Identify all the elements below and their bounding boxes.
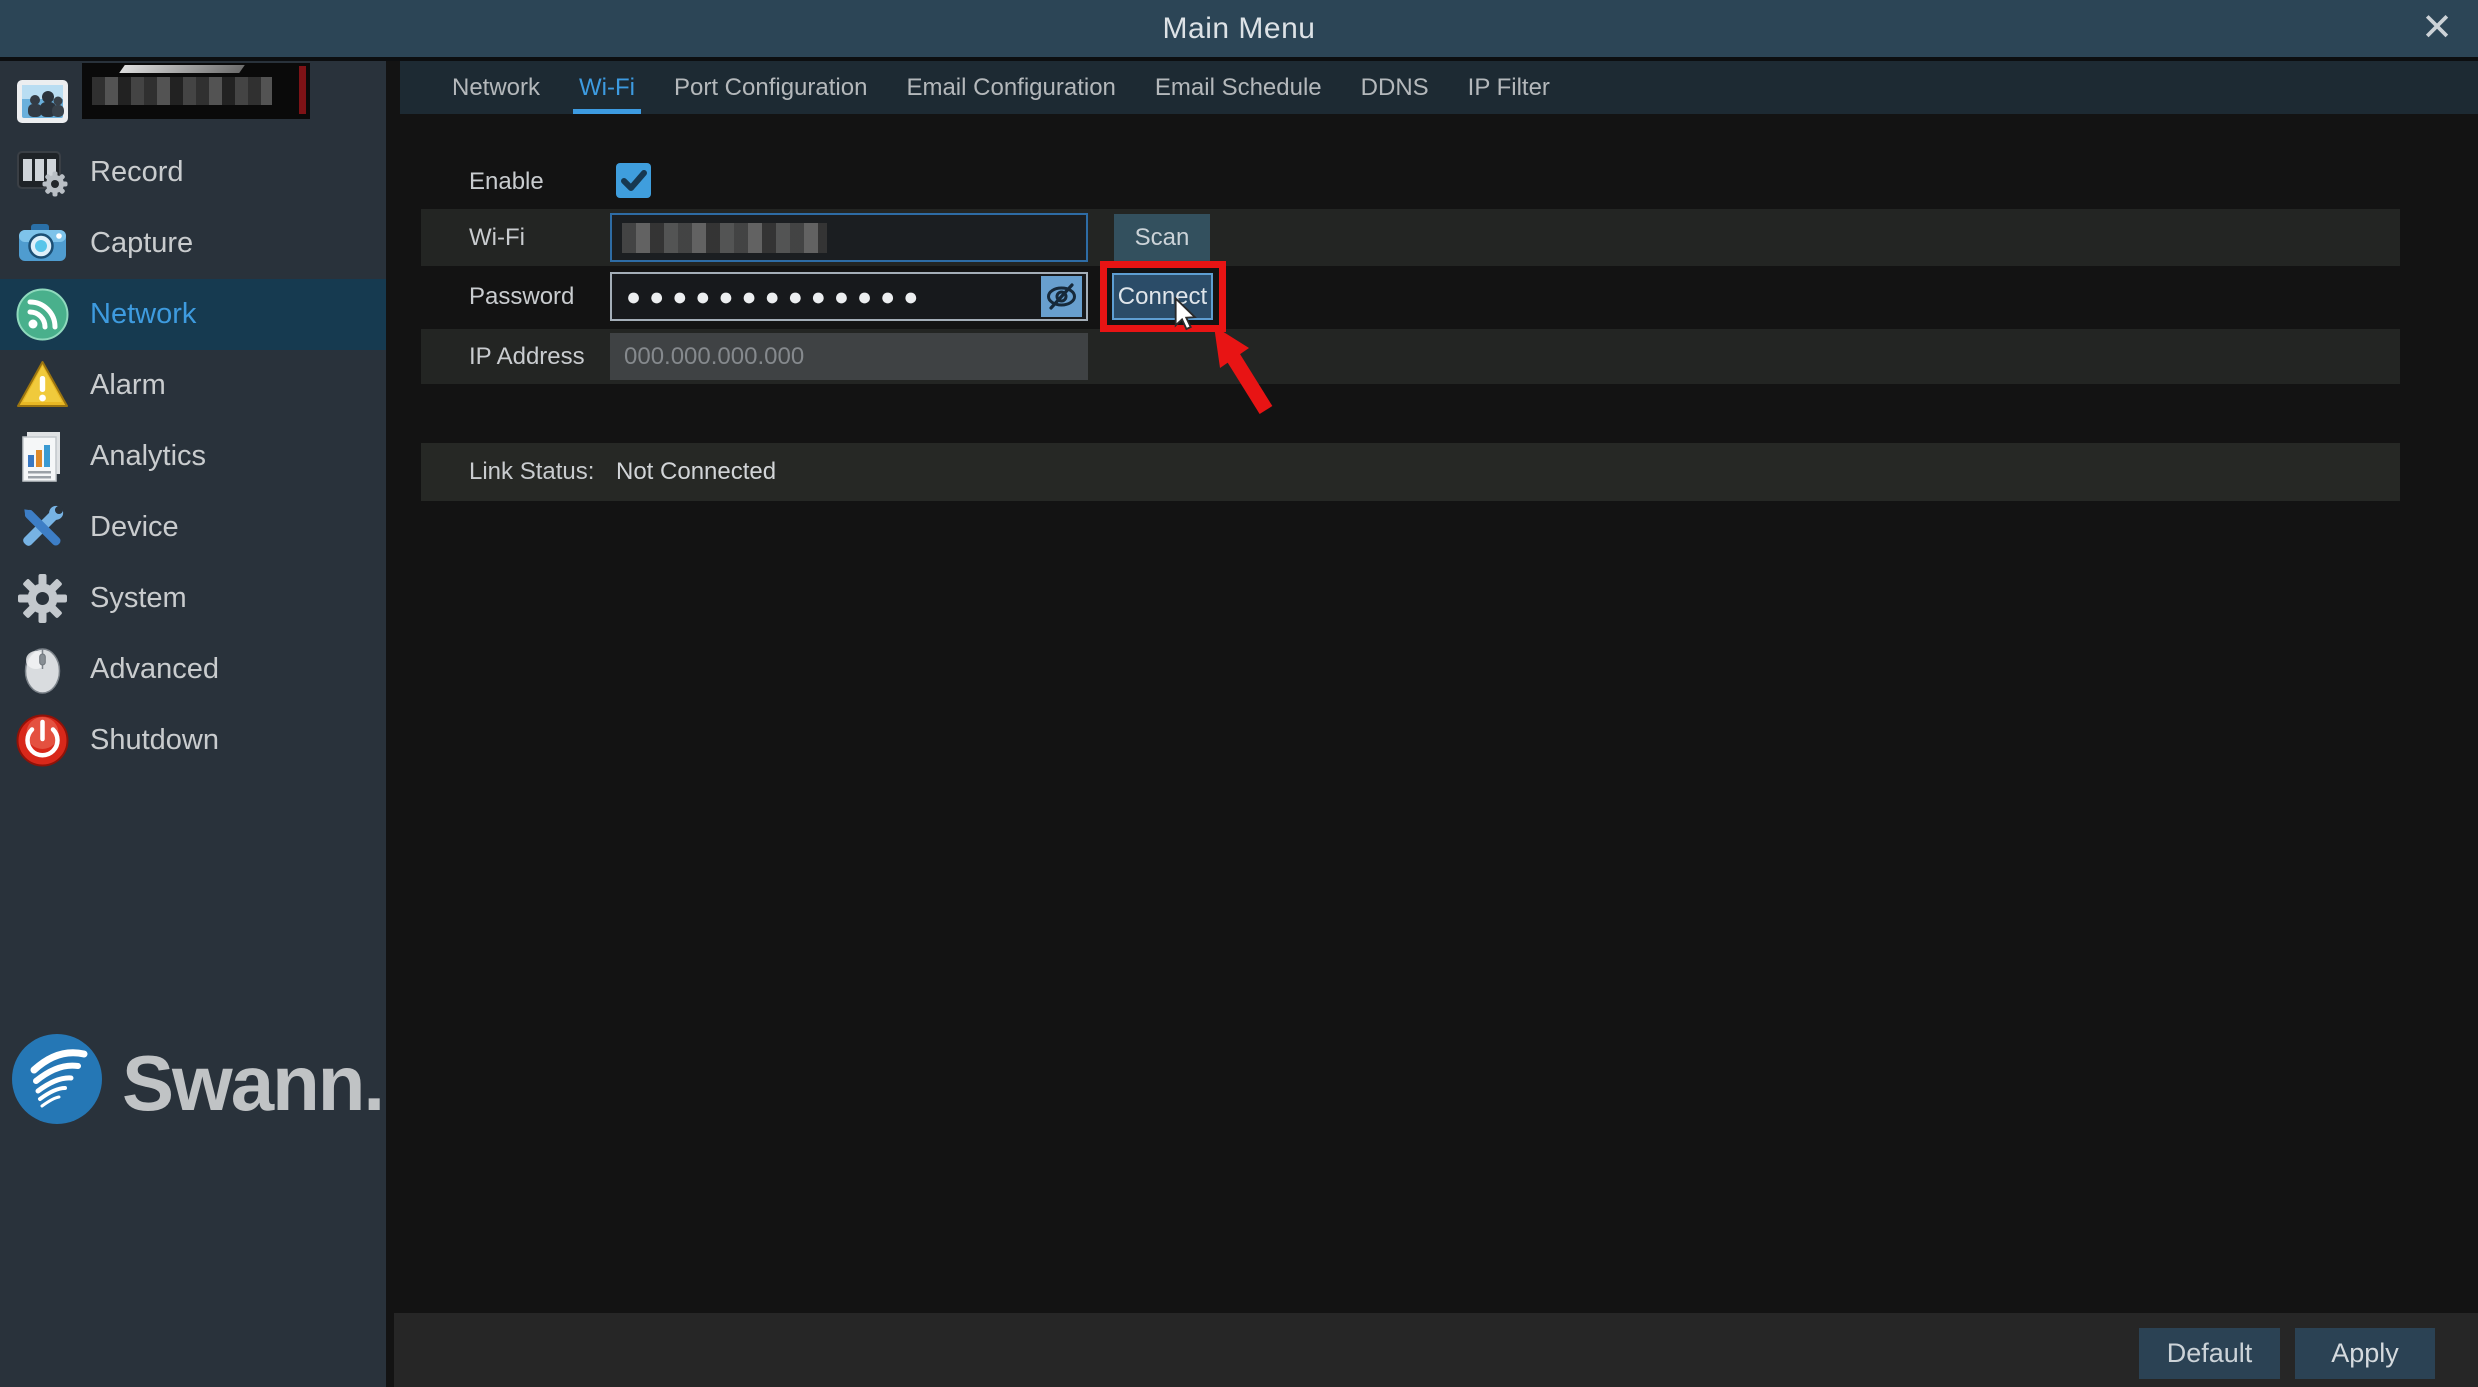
main-menu-window: Main Menu ✕ — [0, 0, 2478, 1387]
record-icon — [15, 145, 70, 200]
swann-logo-icon — [10, 1032, 104, 1126]
password-input[interactable]: ●●●●●●●●●●●●● — [610, 272, 1088, 321]
sidebar-item-label: System — [90, 582, 187, 615]
connect-button[interactable]: Connect — [1112, 273, 1213, 320]
check-icon — [616, 163, 651, 198]
tab-email-configuration[interactable]: Email Configuration — [906, 61, 1115, 114]
footer-bar: Default Apply — [394, 1313, 2478, 1387]
enable-label: Enable — [469, 168, 544, 196]
wifi-label: Wi-Fi — [469, 224, 525, 252]
link-status-value: Not Connected — [616, 458, 776, 486]
sidebar-item-label: Shutdown — [90, 724, 219, 757]
analytics-icon — [15, 429, 70, 484]
network-icon — [15, 287, 70, 342]
redacted-label — [82, 63, 310, 119]
apply-button[interactable]: Apply — [2295, 1328, 2435, 1379]
ip-address-label: IP Address — [469, 343, 585, 371]
eye-off-icon — [1044, 279, 1079, 314]
sidebar-item-device[interactable]: Device — [0, 492, 386, 563]
sidebar-item-shutdown[interactable]: Shutdown — [0, 705, 386, 776]
close-icon: ✕ — [2421, 7, 2453, 49]
sidebar-item-system[interactable]: System — [0, 563, 386, 634]
scan-button[interactable]: Scan — [1114, 214, 1210, 261]
tab-port-configuration[interactable]: Port Configuration — [674, 61, 867, 114]
close-button[interactable]: ✕ — [2412, 4, 2462, 54]
link-status-label: Link Status: — [469, 458, 594, 486]
password-label: Password — [469, 283, 574, 311]
sidebar-item-label: Advanced — [90, 653, 219, 686]
sidebar-item-label: Analytics — [90, 440, 206, 473]
password-row: Password ●●●●●●●●●●●●● Connect — [421, 266, 2400, 328]
sidebar-item-label: Alarm — [90, 369, 166, 402]
wifi-row: Wi-Fi Scan — [421, 209, 2400, 266]
sidebar-item-record[interactable]: Record — [0, 137, 386, 208]
default-button[interactable]: Default — [2139, 1328, 2280, 1379]
window-title: Main Menu — [0, 0, 2478, 57]
swann-logo: Swann. — [10, 1032, 380, 1144]
capture-icon — [15, 216, 70, 271]
password-masked-value: ●●●●●●●●●●●●● — [626, 283, 926, 312]
wifi-ssid-redacted-value — [622, 223, 827, 253]
tab-bar: Network Wi-Fi Port Configuration Email C… — [400, 61, 2478, 114]
wifi-ssid-input[interactable] — [610, 213, 1088, 262]
ip-address-row: IP Address — [421, 329, 2400, 384]
alarm-icon — [15, 358, 70, 413]
sidebar-item-live-view[interactable] — [0, 66, 386, 137]
tab-network[interactable]: Network — [452, 61, 540, 114]
sidebar-item-alarm[interactable]: Alarm — [0, 350, 386, 421]
advanced-icon — [15, 642, 70, 697]
swann-logo-text: Swann. — [122, 1038, 383, 1129]
sidebar-item-analytics[interactable]: Analytics — [0, 421, 386, 492]
titlebar: Main Menu ✕ — [0, 0, 2478, 57]
tab-ddns[interactable]: DDNS — [1361, 61, 1429, 114]
link-status-row: Link Status: Not Connected — [421, 443, 2400, 501]
ip-address-input[interactable] — [610, 333, 1088, 380]
live-view-icon — [15, 74, 70, 129]
sidebar-item-capture[interactable]: Capture — [0, 208, 386, 279]
tab-ip-filter[interactable]: IP Filter — [1468, 61, 1550, 114]
tab-email-schedule[interactable]: Email Schedule — [1155, 61, 1322, 114]
enable-checkbox[interactable] — [616, 163, 651, 198]
shutdown-icon — [15, 713, 70, 768]
sidebar-item-advanced[interactable]: Advanced — [0, 634, 386, 705]
tab-wifi[interactable]: Wi-Fi — [579, 61, 635, 114]
system-icon — [15, 571, 70, 626]
sidebar-item-label: Device — [90, 511, 179, 544]
show-password-toggle[interactable] — [1041, 276, 1082, 317]
redaction-mark — [299, 66, 306, 114]
sidebar-item-network[interactable]: Network — [0, 279, 386, 350]
device-icon — [15, 500, 70, 555]
sidebar-item-label: Record — [90, 156, 184, 189]
sidebar-item-label: Capture — [90, 227, 193, 260]
sidebar-item-label: Network — [90, 298, 196, 331]
sidebar: Record Capture — [0, 61, 386, 1387]
